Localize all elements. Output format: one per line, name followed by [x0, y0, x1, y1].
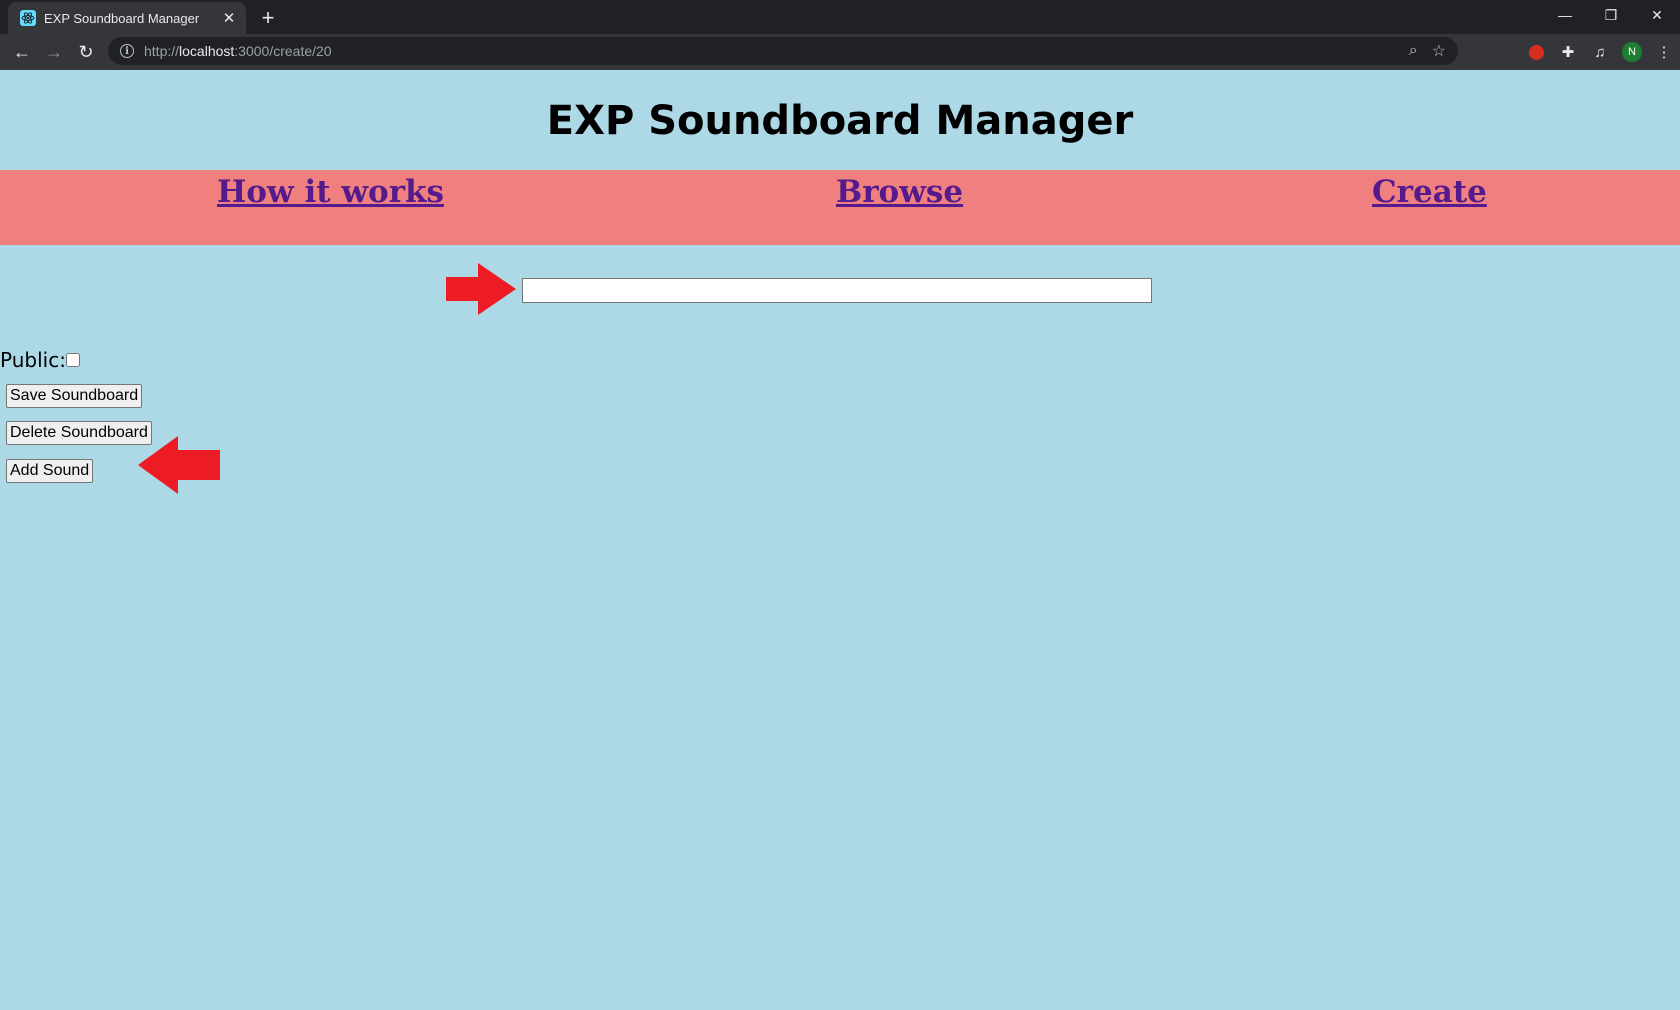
- public-checkbox[interactable]: [65, 353, 80, 367]
- profile-avatar[interactable]: N: [1616, 37, 1648, 67]
- forward-arrow-icon[interactable]: →: [38, 36, 70, 68]
- tab-strip: EXP Soundboard Manager ✕ + — ❐ ✕: [0, 0, 1680, 34]
- kebab-menu-icon[interactable]: ⋮: [1648, 37, 1680, 67]
- soundboard-name-input[interactable]: [522, 278, 1152, 303]
- address-bar[interactable]: i http://localhost:3000/create/20 ⌕ ☆: [108, 37, 1458, 65]
- annotation-arrow-right-icon: [446, 263, 516, 315]
- puzzle-extensions-icon[interactable]: ✚: [1552, 37, 1584, 67]
- nav-link-browse[interactable]: Browse: [836, 174, 963, 210]
- bookmark-star-icon[interactable]: ☆: [1432, 41, 1446, 61]
- annotation-arrow-left-icon: [138, 436, 220, 494]
- close-window-icon[interactable]: ✕: [1634, 0, 1680, 30]
- browser-chrome: EXP Soundboard Manager ✕ + — ❐ ✕ ← → ↻ i…: [0, 0, 1680, 70]
- adblock-extension-icon[interactable]: [1520, 37, 1552, 67]
- url-text: http://localhost:3000/create/20: [144, 43, 332, 59]
- public-option: Public:: [0, 348, 80, 372]
- media-controls-icon[interactable]: ♫: [1584, 37, 1616, 67]
- new-tab-button[interactable]: +: [254, 4, 282, 32]
- browser-toolbar: ← → ↻ i http://localhost:3000/create/20 …: [0, 34, 1680, 70]
- reload-icon[interactable]: ↻: [70, 36, 102, 68]
- tab-title: EXP Soundboard Manager: [44, 10, 200, 26]
- minimize-icon[interactable]: —: [1542, 0, 1588, 30]
- extensions-area: ✚ ♫ N ⋮: [1520, 37, 1680, 67]
- nav-link-how-it-works[interactable]: How it works: [217, 174, 444, 210]
- nav-link-create[interactable]: Create: [1372, 174, 1487, 210]
- tab-close-icon[interactable]: ✕: [220, 9, 238, 27]
- restore-icon[interactable]: ❐: [1588, 0, 1634, 30]
- save-soundboard-button[interactable]: Save Soundboard: [6, 384, 143, 408]
- add-sound-button[interactable]: Add Sound: [6, 459, 94, 483]
- site-navbar: How it works Browse Create: [0, 170, 1680, 245]
- page-content: EXP Soundboard Manager How it works Brow…: [0, 70, 1680, 1010]
- window-controls: — ❐ ✕: [1542, 0, 1680, 30]
- delete-soundboard-button[interactable]: Delete Soundboard: [6, 421, 152, 445]
- react-favicon-icon: [20, 10, 36, 26]
- page-title: EXP Soundboard Manager: [546, 98, 1134, 144]
- browser-tab[interactable]: EXP Soundboard Manager ✕: [8, 2, 246, 34]
- back-arrow-icon[interactable]: ←: [6, 36, 38, 68]
- zoom-icon[interactable]: ⌕: [1409, 42, 1418, 60]
- public-label: Public:: [0, 348, 66, 372]
- info-icon[interactable]: i: [120, 44, 134, 58]
